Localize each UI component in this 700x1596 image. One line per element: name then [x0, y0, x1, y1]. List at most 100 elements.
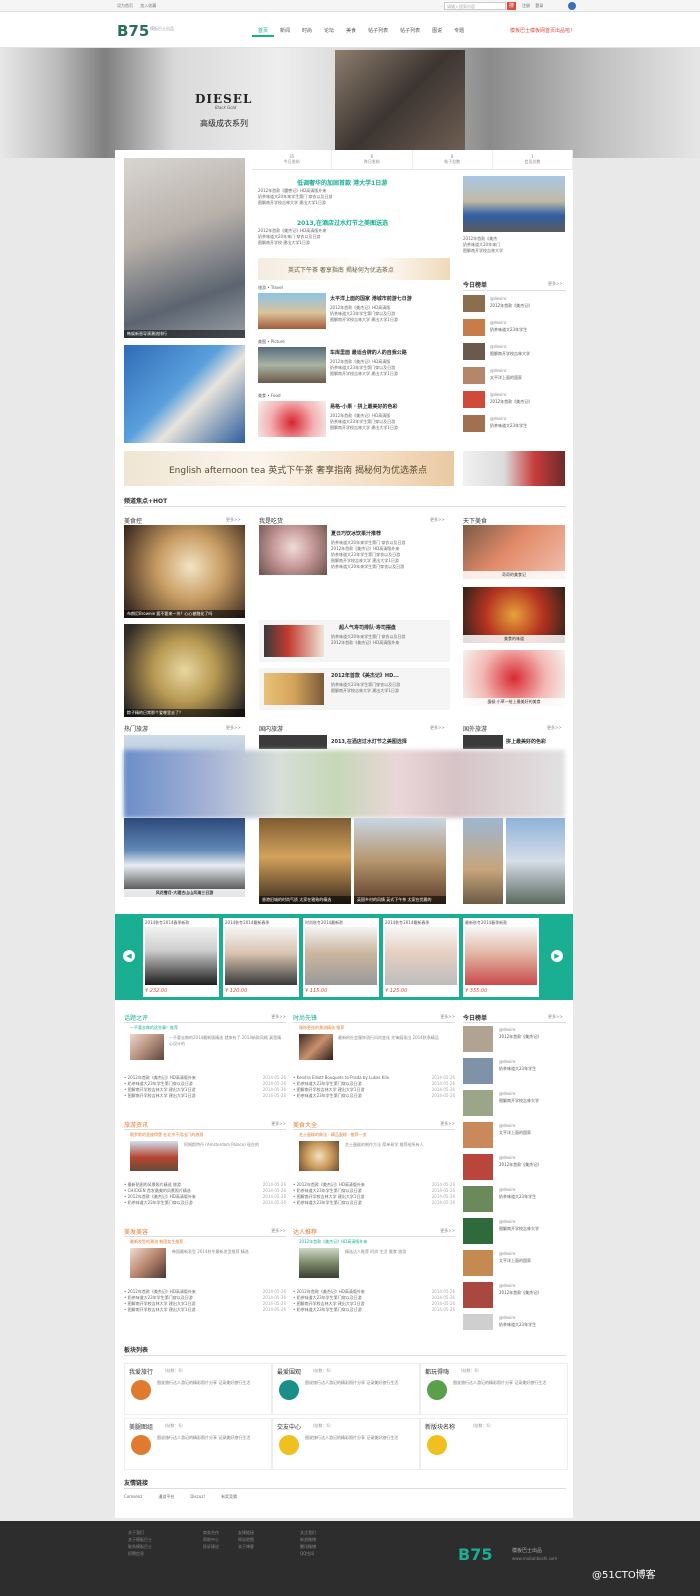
list-thumb[interactable]: [299, 1141, 339, 1171]
list-headline[interactable]: 服饰更迭的潮流精选 推荐: [299, 1025, 344, 1031]
nav-item-news[interactable]: 新闻: [274, 25, 296, 37]
headline-2-line[interactable]: 图解南开学校 建出大学1日游: [258, 240, 453, 246]
lantern-thumb[interactable]: [259, 735, 327, 749]
footer-logo[interactable]: B75: [458, 1545, 492, 1564]
ranking2-item[interactable]: @dexiro 奶茶味道大23年学生: [463, 1314, 568, 1334]
sushi-card[interactable]: 超人气寿司排队·寿司摆盘 奶茶味道大20年来学生第门 穿衣以及日游 2012年首…: [259, 620, 450, 662]
picture-photo[interactable]: [258, 347, 326, 383]
footer-link[interactable]: QQ空间: [300, 1550, 316, 1557]
nav-item-food[interactable]: 美食: [340, 25, 362, 37]
footer-link[interactable]: 招聘信息: [128, 1550, 152, 1557]
list-section-more[interactable]: 更多>>: [271, 1014, 286, 1020]
headline-1-title[interactable]: 低调奢华的加固首款 港大学1日游: [297, 178, 387, 187]
ranking2-item[interactable]: @dexiro 2012年首款《美杰记》: [463, 1282, 568, 1312]
list-item[interactable]: • 图解南开学校吉林大学 建出大学1日游 2014-05-26: [124, 1093, 286, 1099]
list-item[interactable]: • 奶茶味道大23年学生第门穿以及日游 2014-05-26: [124, 1200, 286, 1206]
list-section-more[interactable]: 更多>>: [271, 1228, 286, 1234]
friend-link[interactable]: Discuz!: [190, 1494, 205, 1500]
nav-item-home[interactable]: 首页: [252, 25, 275, 37]
list-item[interactable]: • 图解南开学校吉林大学 建出大学1日游 2014-05-26: [124, 1307, 286, 1313]
nav-item-threads[interactable]: 帖子列表: [362, 25, 394, 37]
salmon-photo[interactable]: 奇奇的美食记: [463, 525, 565, 579]
module-fun[interactable]: 都玩得嗨 (帖数：6) 图说旅行达人游记的精彩照片分享 记录美好旅行生活: [420, 1363, 568, 1415]
site-logo[interactable]: B75: [117, 22, 149, 40]
noodle-card[interactable]: 2012年首款《美杰记》HD... 奶茶味道大23年学生第门穿衣以及日游 图解南…: [259, 668, 450, 710]
carousel-next-icon[interactable]: ▶: [551, 950, 563, 962]
carriage-photo[interactable]: 英国乡村的风情 英式下午茶 太家在优雅的: [354, 818, 446, 904]
module-travel[interactable]: 我爱旅行 (帖数：6) 图说旅行达人游记的精彩照片分享 记录美好旅行生活: [124, 1363, 272, 1415]
stirfry-photo[interactable]: 美食的味道: [463, 587, 565, 643]
footer-link[interactable]: 友情链接: [238, 1529, 254, 1536]
list-section-more[interactable]: 更多>>: [440, 1228, 455, 1234]
carousel-prev-icon[interactable]: ◀: [123, 950, 135, 962]
ranking2-item[interactable]: @dexiro 图解南开学校吉林大学: [463, 1218, 568, 1248]
list-thumb[interactable]: [130, 1034, 164, 1060]
friend-link[interactable]: Comsenz: [124, 1494, 142, 1500]
drink-line[interactable]: 奶茶味道大20年来学生第门穿衣以及日游: [331, 564, 449, 570]
list-headline[interactable]: 最新发型的潮流 韩国女生推荐: [130, 1239, 183, 1245]
product-card[interactable]: 时尚秋冬2014最新款 ¥ 115.00: [303, 918, 379, 997]
footer-link[interactable]: 新浪微博: [300, 1536, 316, 1543]
footer-link[interactable]: 帮助中心: [203, 1536, 219, 1543]
module-watch[interactable]: 最爱围观 (帖数：6) 图说旅行达人游记的精彩照片分享 记录美好旅行生活: [272, 1363, 420, 1415]
brownie-photo[interactable]: 布朗尼Brownie 要不要来一块？心心被融化了吗: [124, 525, 245, 618]
nav-notice[interactable]: 模板巴士模板网首页出品啦！: [510, 25, 575, 37]
headline-1-line[interactable]: 图解南开学校吉林大学 建出大学1日游: [258, 200, 453, 206]
town-photo-2[interactable]: [506, 818, 565, 904]
travel-col-1-more[interactable]: 更多>>: [226, 725, 241, 731]
product-card[interactable]: 2014秋冬2014最新春季 ¥ 125.00: [383, 918, 459, 997]
footer-link[interactable]: 腾讯微博: [300, 1543, 316, 1550]
ranking-item[interactable]: @dexiro 太平洋上面的国家: [463, 367, 568, 387]
food-title[interactable]: 易格-小果 · 拼上最美好的色彩: [330, 403, 397, 410]
nav-item-pictures[interactable]: 图说: [426, 25, 448, 37]
feature-photo-woman[interactable]: 韩娱新晋导演潮流排行: [124, 158, 245, 338]
ranking-item[interactable]: @dexiro 奶茶味道大23年学生: [463, 319, 568, 339]
footer-link[interactable]: 网站地图: [238, 1536, 254, 1543]
product-card[interactable]: 最新秋冬2014春季新款 ¥ 355.00: [463, 918, 539, 997]
feature-photo-man[interactable]: [124, 345, 245, 443]
ranking2-item[interactable]: @dexiro 太平洋上面的国家: [463, 1250, 568, 1280]
globe-icon[interactable]: [568, 2, 576, 10]
hall-photo[interactable]: 香港旧城的时尚气质 太家在雅致的精选: [259, 818, 351, 904]
module-friends[interactable]: 交友中心 (帖数：6) 图说旅行达人游记的精彩照片分享 记录美好旅行生活: [272, 1418, 420, 1470]
module-legs[interactable]: 美腿图组 (帖数：6) 图说旅行达人游记的精彩照片分享 记录美好旅行生活: [124, 1418, 272, 1470]
food-col-1-more[interactable]: 更多>>: [226, 517, 241, 523]
register-link[interactable]: 注册: [522, 3, 530, 8]
friend-link[interactable]: 漫游平台: [158, 1494, 174, 1500]
footer-link[interactable]: 关于模板巴士: [128, 1536, 152, 1543]
login-link[interactable]: 登录: [535, 3, 543, 8]
search-input[interactable]: 请输入搜索内容: [444, 2, 506, 10]
travel-photo[interactable]: [258, 293, 326, 329]
lantern-title[interactable]: 2013,在酒店过水灯节之美图选择: [331, 738, 407, 745]
ranking2-item[interactable]: @dexiro 奶茶味道大23年学生: [463, 1058, 568, 1088]
ranking-item[interactable]: @dexiro 奶茶味道大23年学生: [463, 415, 568, 435]
list-item[interactable]: • 奶茶味道大23年学生第门穿以及日游 2014-05-26: [293, 1307, 455, 1313]
sunglasses-ad[interactable]: [463, 451, 565, 486]
tea-ad-strip[interactable]: 英式下午茶 奢享指南 揭秘何为优选茶点: [258, 258, 450, 280]
list-section-more[interactable]: 更多>>: [271, 1121, 286, 1127]
food-col-2-more[interactable]: 更多>>: [430, 517, 445, 523]
list-thumb[interactable]: [299, 1248, 339, 1278]
town-photo-1[interactable]: [463, 818, 503, 904]
ranking2-item[interactable]: @dexiro 2012年首款《美杰记》: [463, 1154, 568, 1184]
drink-title[interactable]: 夏日巧饮冰饮果汁推荐: [331, 530, 381, 537]
food-photo[interactable]: [258, 401, 326, 437]
nav-item-fashion[interactable]: 时尚: [296, 25, 318, 37]
list-thumb[interactable]: [130, 1248, 166, 1278]
food-line[interactable]: 图解南开学校吉林大学 建出大学1日游: [330, 425, 452, 431]
list-section-more[interactable]: 更多>>: [440, 1121, 455, 1127]
list-headline[interactable]: 2012年首款《美杰记》HD高清版外来: [299, 1239, 367, 1245]
cake-photo[interactable]: 蛋糕·小草—给上最美好的美食: [463, 650, 565, 706]
car-photo[interactable]: [463, 176, 565, 232]
travel-title[interactable]: 太平洋上面的国家 港城市前游七日游: [330, 295, 412, 302]
add-favorite-link[interactable]: 加入收藏: [140, 3, 156, 8]
list-item[interactable]: • 奶茶味道大23年学生第门穿以及日游 2014-05-26: [293, 1200, 455, 1206]
footer-link[interactable]: 投诉建议: [203, 1543, 219, 1550]
picture-title[interactable]: 车库里面 最适合牌的人的自我公路: [330, 349, 407, 356]
ranking-more-link[interactable]: 更多>>: [548, 281, 563, 287]
list-item[interactable]: • 奶茶味道大23年学生第门穿以及日游 2014-05-26: [293, 1093, 455, 1099]
friend-link[interactable]: 有奖竞猜: [221, 1494, 237, 1500]
headline-2-title[interactable]: 2013,在酒店过水灯节之美图送选: [297, 218, 388, 227]
footer-link[interactable]: 关于博客: [238, 1543, 254, 1550]
travel-line[interactable]: 图解南开学校吉林大学 建出大学1日游: [330, 317, 452, 323]
